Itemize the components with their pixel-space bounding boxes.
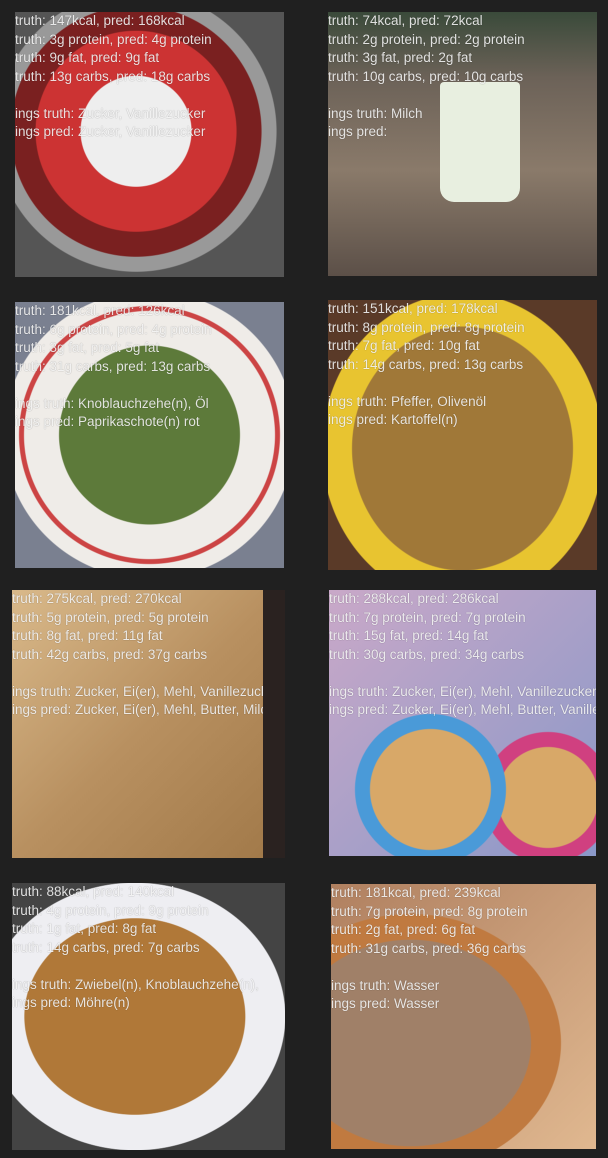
carbs-text: truth: 42g carbs, pred: 37g carbs xyxy=(12,646,208,662)
protein-text: truth: 7g protein, pred: 7g protein xyxy=(329,609,526,625)
prediction-overlay: truth: 181kcal, pred: 126kcal truth: 6g p… xyxy=(15,302,212,432)
fat-text: truth: 3g fat, pred: 2g fat xyxy=(328,50,473,65)
kcal-text: truth: 181kcal, pred: 126kcal xyxy=(15,303,185,318)
prediction-overlay: truth: 288kcal, pred: 286kcal truth: 7g p… xyxy=(329,590,596,720)
carbs-text: truth: 14g carbs, pred: 13g carbs xyxy=(328,356,524,372)
prediction-overlay: truth: 151kcal, pred: 178kcal truth: 8g p… xyxy=(328,300,525,430)
ingredients-truth-text: ings truth: Pfeffer, Olivenöl xyxy=(328,393,487,409)
food-image-panel: truth: 181kcal, pred: 239kcal truth: 7g p… xyxy=(331,884,596,1149)
ingredients-pred-text: ings pred: Kartoffel(n) xyxy=(328,412,458,427)
food-image-panel: truth: 181kcal, pred: 126kcal truth: 6g p… xyxy=(15,302,284,568)
fat-text: truth: 1g fat, pred: 8g fat xyxy=(12,921,157,936)
food-image-panel: truth: 88kcal, pred: 140kcal truth: 4g pr… xyxy=(12,883,285,1150)
prediction-overlay: truth: 74kcal, pred: 72kcal truth: 2g pro… xyxy=(328,12,525,142)
fat-text: truth: 15g fat, pred: 14g fat xyxy=(329,628,489,643)
kcal-text: truth: 288kcal, pred: 286kcal xyxy=(329,591,499,606)
carbs-text: truth: 31g carbs, pred: 36g carbs xyxy=(331,940,527,956)
fat-text: truth: 7g fat, pred: 10g fat xyxy=(328,338,480,353)
ingredients-pred-text: ings pred: Möhre(n) xyxy=(12,995,130,1010)
fat-text: truth: 9g fat, pred: 9g fat xyxy=(15,50,160,65)
kcal-text: truth: 181kcal, pred: 239kcal xyxy=(331,885,501,900)
ingredients-pred-text: ings pred: Paprikaschote(n) rot xyxy=(15,414,200,429)
fat-text: truth: 2g fat, pred: 6g fat xyxy=(331,922,476,937)
ingredients-pred-text: ings pred: Zucker, Ei(er), Mehl, Butter,… xyxy=(329,702,596,717)
prediction-overlay: truth: 181kcal, pred: 239kcal truth: 7g p… xyxy=(331,884,528,1014)
protein-text: truth: 6g protein, pred: 4g protein xyxy=(15,321,212,337)
ingredients-pred-text: ings pred: Zucker, Vanillezucker xyxy=(15,124,206,139)
food-image-panel: truth: 151kcal, pred: 178kcal truth: 8g p… xyxy=(328,300,597,570)
carbs-text: truth: 30g carbs, pred: 34g carbs xyxy=(329,646,525,662)
protein-text: truth: 8g protein, pred: 8g protein xyxy=(328,319,525,335)
ingredients-pred-text: ings pred: Wasser xyxy=(331,996,440,1011)
prediction-overlay: truth: 275kcal, pred: 270kcal truth: 5g p… xyxy=(12,590,280,720)
carbs-text: truth: 13g carbs, pred: 18g carbs xyxy=(15,68,211,84)
ingredients-truth-text: ings truth: Wasser xyxy=(331,977,440,993)
food-image-panel: truth: 288kcal, pred: 286kcal truth: 7g p… xyxy=(329,590,596,856)
food-image-panel: truth: 74kcal, pred: 72kcal truth: 2g pro… xyxy=(328,12,597,276)
ingredients-truth-text: ings truth: Milch xyxy=(328,105,423,121)
ingredients-truth-text: ings truth: Zucker, Vanillezucker xyxy=(15,105,206,121)
carbs-text: truth: 31g carbs, pred: 13g carbs xyxy=(15,358,211,374)
ingredients-truth-text: ings truth: Zucker, Ei(er), Mehl, Vanill… xyxy=(12,683,280,699)
protein-text: truth: 3g protein, pred: 4g protein xyxy=(15,31,212,47)
ingredients-truth-text: ings truth: Zwiebel(n), Knoblauchzehe(n)… xyxy=(12,976,259,992)
food-image-panel: truth: 147kcal, pred: 168kcal truth: 3g p… xyxy=(15,12,284,277)
food-image-panel: truth: 275kcal, pred: 270kcal truth: 5g p… xyxy=(12,590,285,858)
carbs-text: truth: 10g carbs, pred: 10g carbs xyxy=(328,68,524,84)
kcal-text: truth: 88kcal, pred: 140kcal xyxy=(12,884,175,899)
fat-text: truth: 3g fat, pred: 5g fat xyxy=(15,340,160,355)
ingredients-truth-text: ings truth: Zucker, Ei(er), Mehl, Vanill… xyxy=(329,683,596,699)
protein-text: truth: 7g protein, pred: 8g protein xyxy=(331,903,528,919)
kcal-text: truth: 151kcal, pred: 178kcal xyxy=(328,301,498,316)
protein-text: truth: 4g protein, pred: 9g protein xyxy=(12,902,209,918)
prediction-overlay: truth: 88kcal, pred: 140kcal truth: 4g pr… xyxy=(12,883,259,1013)
kcal-text: truth: 275kcal, pred: 270kcal xyxy=(12,591,182,606)
kcal-text: truth: 74kcal, pred: 72kcal xyxy=(328,13,483,28)
prediction-overlay: truth: 147kcal, pred: 168kcal truth: 3g p… xyxy=(15,12,212,142)
carbs-text: truth: 14g carbs, pred: 7g carbs xyxy=(12,939,200,955)
ingredients-pred-text: ings pred: xyxy=(328,124,388,139)
ingredients-pred-text: ings pred: Zucker, Ei(er), Mehl, Butter,… xyxy=(12,702,275,717)
kcal-text: truth: 147kcal, pred: 168kcal xyxy=(15,13,185,28)
ingredients-truth-text: ings truth: Knoblauchzehe(n), Öl xyxy=(15,395,209,411)
protein-text: truth: 5g protein, pred: 5g protein xyxy=(12,609,209,625)
protein-text: truth: 2g protein, pred: 2g protein xyxy=(328,31,525,47)
fat-text: truth: 8g fat, pred: 11g fat xyxy=(12,628,163,643)
